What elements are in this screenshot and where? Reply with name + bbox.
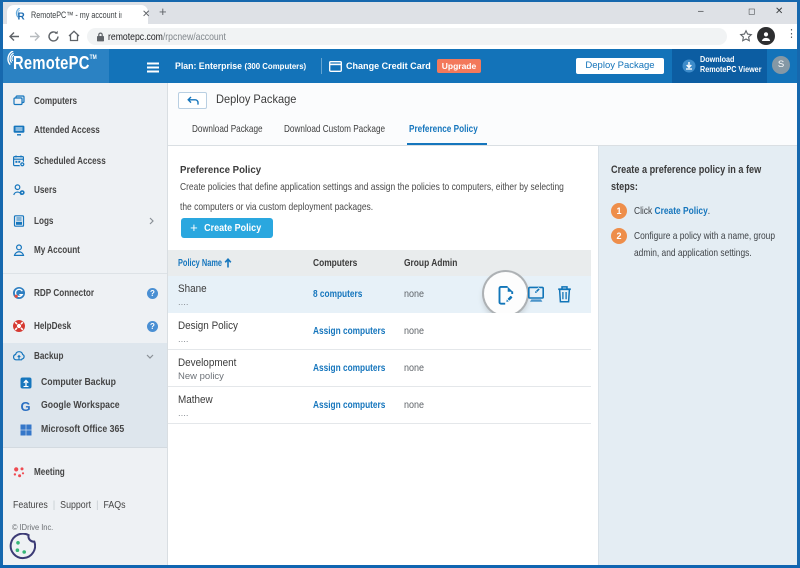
svg-text:G: G [21,400,31,412]
svg-text:R: R [18,12,26,22]
